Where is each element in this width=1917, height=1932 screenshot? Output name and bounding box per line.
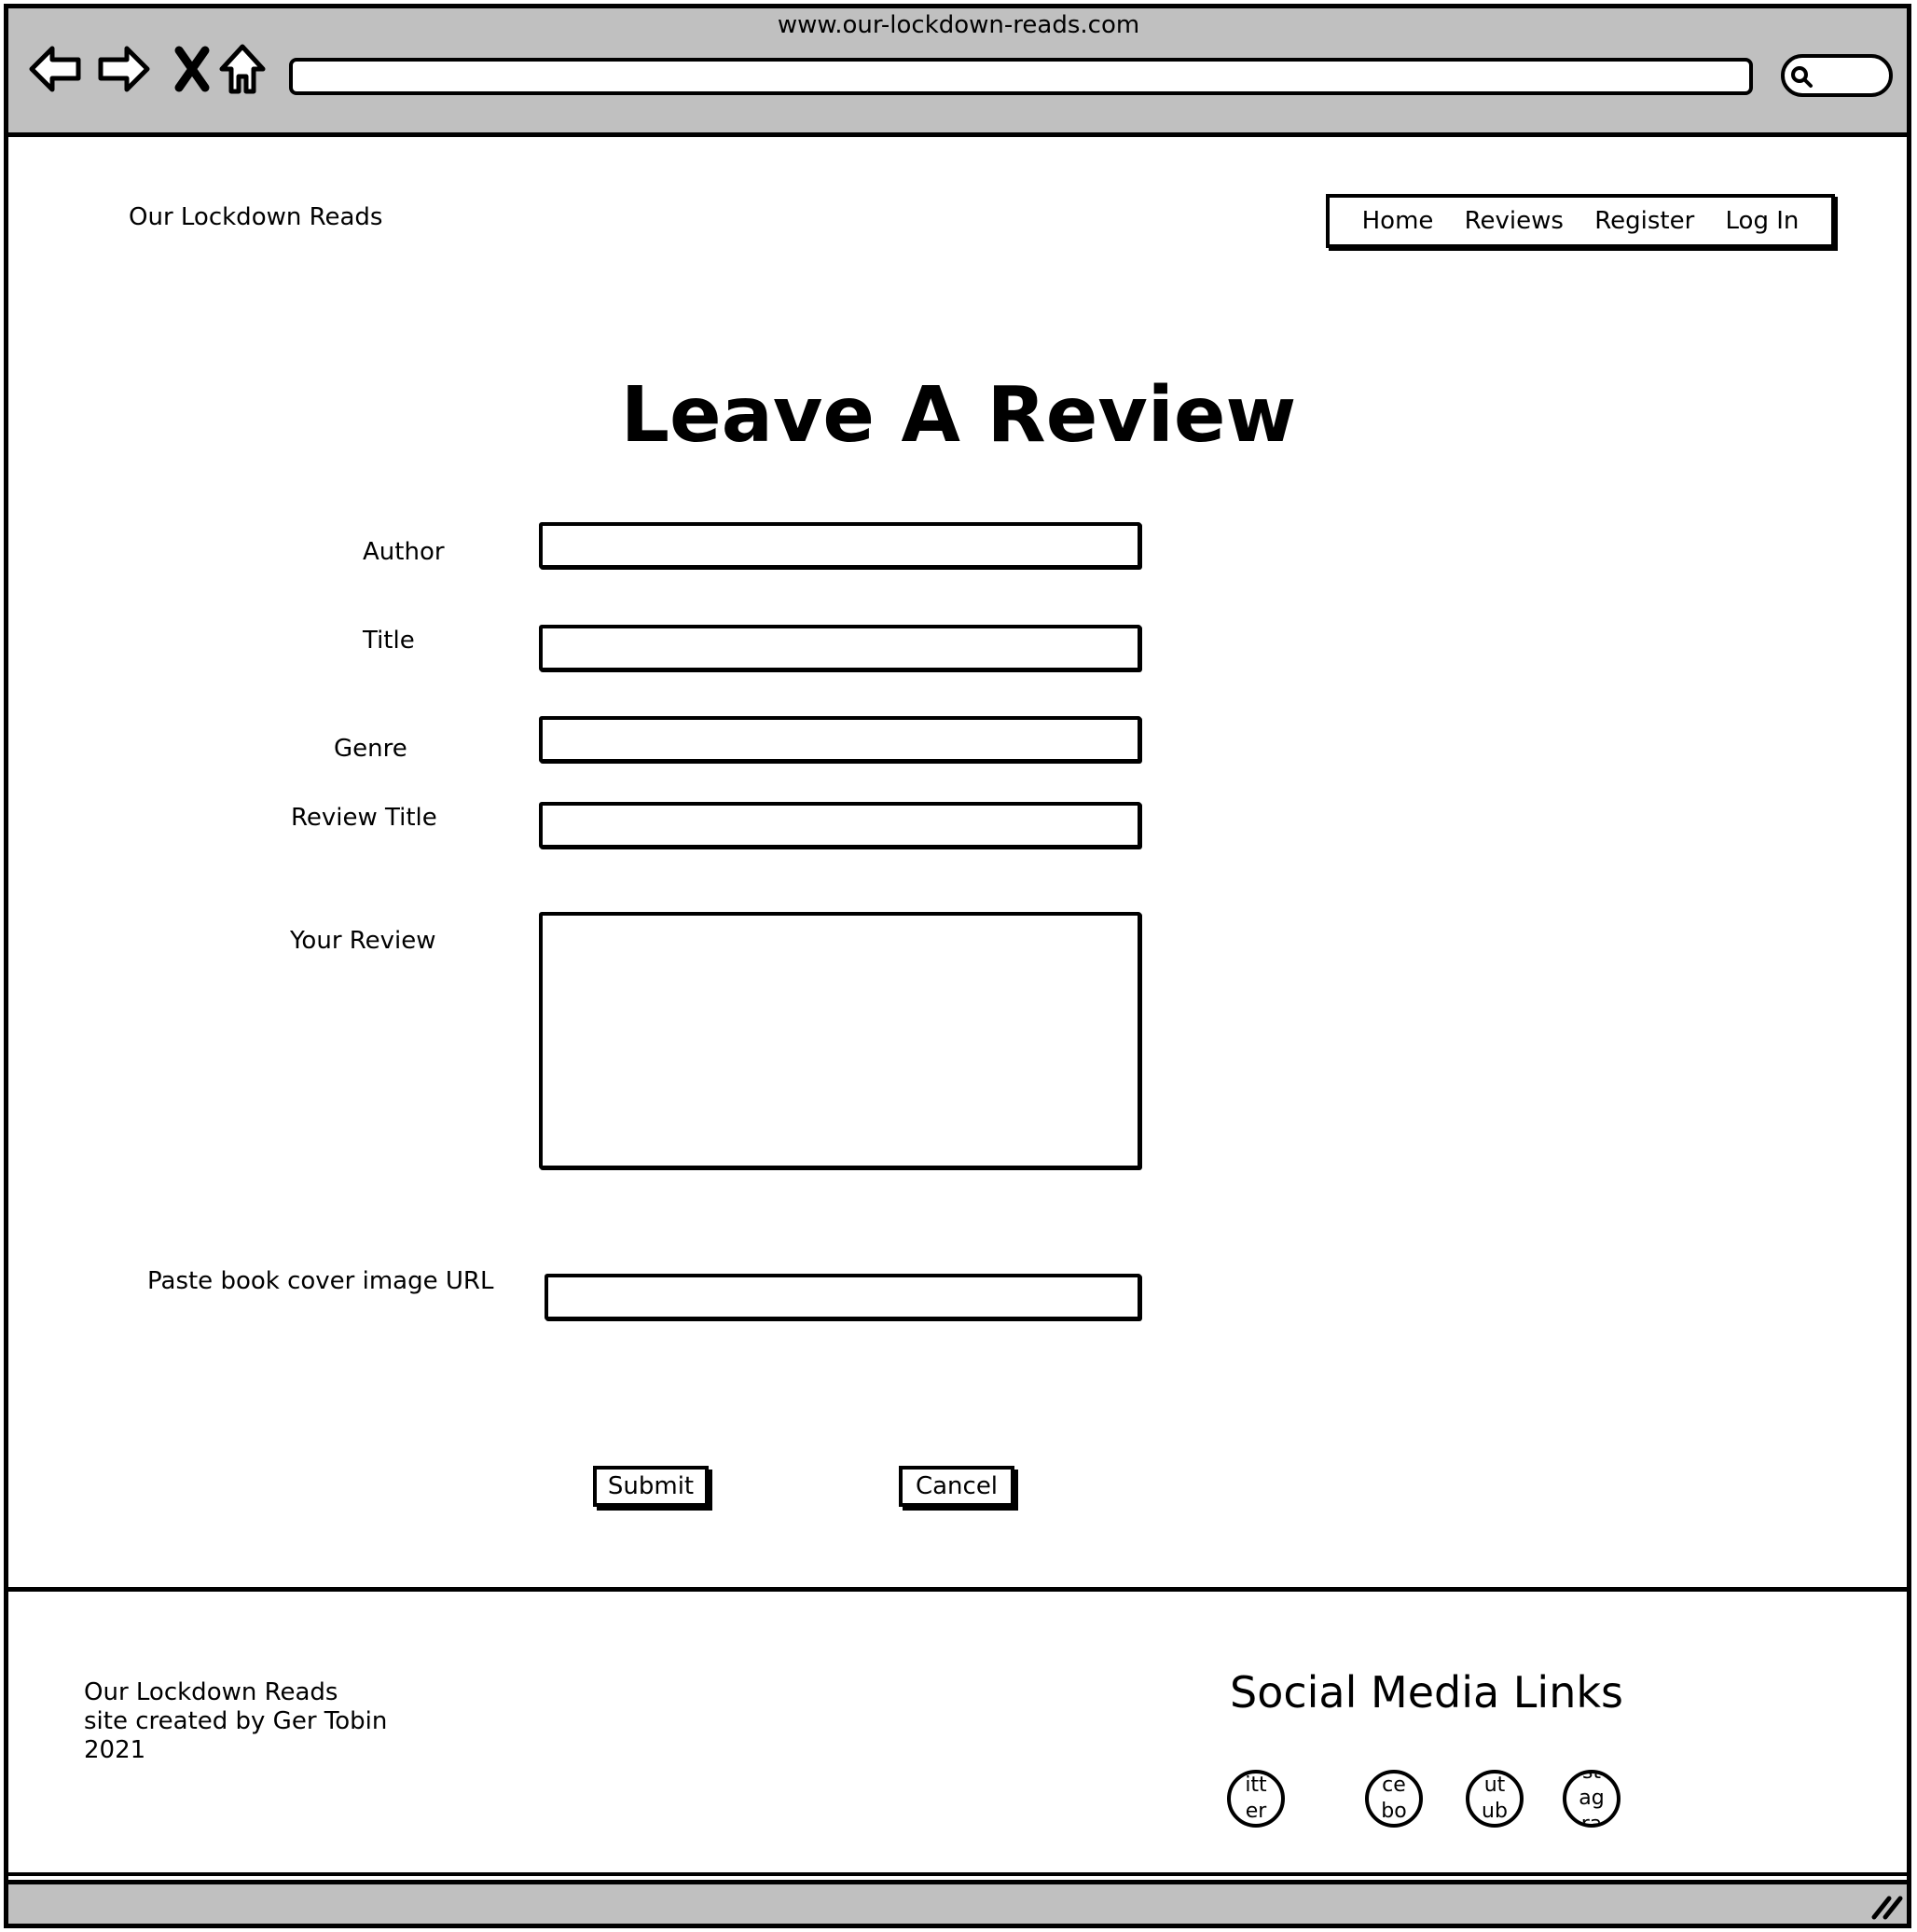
title-input[interactable] (539, 625, 1141, 671)
nav-log-in[interactable]: Log In (1726, 207, 1800, 235)
social-media-heading: Social Media Links (1230, 1667, 1623, 1718)
home-icon[interactable] (214, 41, 270, 97)
footer-credits: Our Lockdown Reads site created by Ger T… (84, 1678, 387, 1765)
search-icon (1791, 66, 1813, 88)
back-arrow-icon[interactable] (28, 41, 84, 97)
cancel-button[interactable]: Cancel (899, 1466, 1014, 1507)
forward-arrow-icon[interactable] (95, 41, 151, 97)
footer-author: site created by Ger Tobin (84, 1707, 388, 1735)
nav-home[interactable]: Home (1362, 207, 1434, 235)
site-name[interactable]: Our Lockdown Reads (129, 203, 382, 231)
page-title: Leave A Review (620, 371, 1297, 460)
review-title-input[interactable] (539, 802, 1141, 849)
youtube-icon-text: ut ub (1482, 1773, 1508, 1823)
review-textarea[interactable] (539, 912, 1141, 1169)
youtube-icon[interactable]: ut ub (1466, 1770, 1524, 1828)
footer-bottom-divider (4, 1872, 1911, 1876)
resize-grip-icon[interactable] (1870, 1891, 1904, 1921)
facebook-icon-text: ce bo (1381, 1773, 1407, 1823)
review-title-label: Review Title (291, 804, 437, 832)
nav-reviews[interactable]: Reviews (1465, 207, 1564, 235)
your-review-label: Your Review (290, 927, 436, 955)
footer-year: 2021 (84, 1736, 146, 1764)
stop-icon[interactable] (164, 41, 220, 97)
browser-url: www.our-lockdown-reads.com (777, 11, 1140, 39)
title-label: Title (363, 627, 415, 655)
instagram-icon-text: st ag ra (1579, 1770, 1605, 1828)
footer-site-name: Our Lockdown Reads (84, 1678, 338, 1706)
cover-url-input[interactable] (545, 1274, 1141, 1320)
author-label: Author (363, 538, 445, 566)
facebook-icon[interactable]: ce bo (1365, 1770, 1423, 1828)
twitter-icon[interactable]: itt er (1227, 1770, 1285, 1828)
main-nav: Home Reviews Register Log In (1326, 194, 1835, 248)
footer-divider (4, 1587, 1911, 1592)
cover-url-label: Paste book cover image URL (147, 1267, 494, 1295)
instagram-icon[interactable]: st ag ra (1563, 1770, 1620, 1828)
genre-label: Genre (334, 735, 407, 763)
nav-register[interactable]: Register (1594, 207, 1694, 235)
address-bar[interactable] (289, 58, 1753, 95)
twitter-icon-text: itt er (1245, 1773, 1267, 1823)
submit-button[interactable]: Submit (593, 1466, 709, 1507)
genre-input[interactable] (539, 716, 1141, 763)
browser-status-bar (4, 1880, 1911, 1928)
author-input[interactable] (539, 522, 1141, 569)
